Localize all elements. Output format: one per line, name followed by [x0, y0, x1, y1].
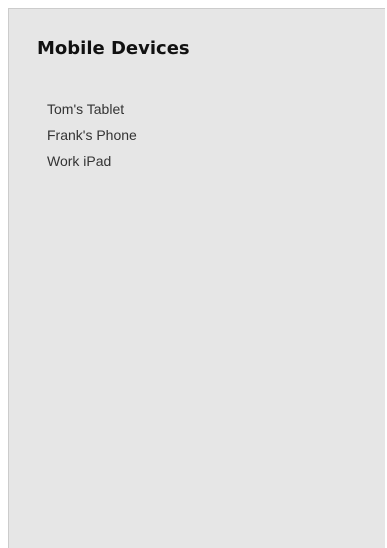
- device-list: Tom's Tablet Frank's Phone Work iPad: [47, 101, 137, 179]
- panel-title: Mobile Devices: [37, 38, 190, 59]
- device-item-franks-phone[interactable]: Frank's Phone: [47, 127, 137, 153]
- mobile-devices-panel: Mobile Devices Tom's Tablet Frank's Phon…: [8, 8, 385, 548]
- device-item-work-ipad[interactable]: Work iPad: [47, 153, 137, 179]
- device-item-toms-tablet[interactable]: Tom's Tablet: [47, 101, 137, 127]
